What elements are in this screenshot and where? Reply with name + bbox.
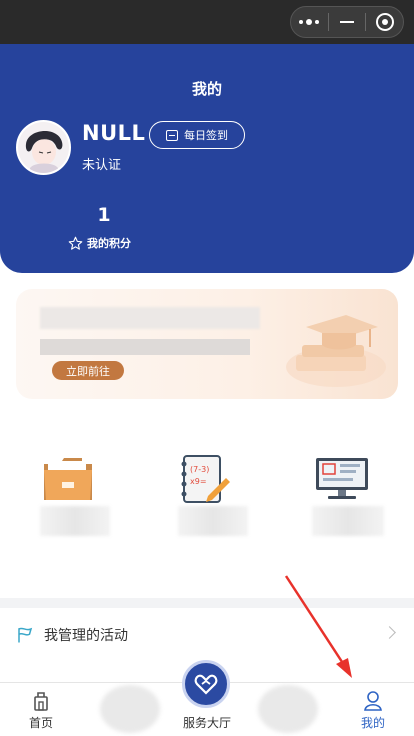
profile-header: 我的 NULL 未认证 每日签到 1 我的积分	[0, 44, 414, 273]
grid-item-blurred-label	[178, 506, 248, 536]
close-button[interactable]	[366, 7, 403, 37]
mini-program-capsule	[290, 6, 404, 38]
home-icon	[34, 692, 48, 711]
page-title: 我的	[191, 80, 222, 98]
tab-mine-label: 我的	[360, 716, 385, 730]
auth-status[interactable]: 未认证	[82, 154, 121, 173]
graduation-cap-illustration	[286, 315, 386, 387]
tab-service-label: 服务大厅	[182, 716, 231, 730]
top-bar	[0, 0, 414, 44]
daily-signin-label: 每日签到	[184, 129, 228, 142]
points-link[interactable]: 我的积分	[68, 235, 131, 251]
points-value[interactable]: 1	[86, 204, 122, 226]
svg-text:(7-3): (7-3)	[190, 465, 209, 474]
heart-icon	[194, 674, 218, 695]
managed-activities-label: 我管理的活动	[44, 628, 128, 644]
username: NULL	[82, 121, 146, 145]
grid-item-blurred-label	[40, 506, 110, 536]
tab-home[interactable]: 首页	[0, 683, 82, 736]
tab-mine[interactable]: 我的	[332, 683, 414, 736]
svg-text:x9=: x9=	[190, 477, 207, 486]
more-dots-icon	[299, 19, 320, 25]
section-divider	[0, 598, 414, 608]
minimize-icon	[340, 21, 354, 23]
monitor-icon	[316, 458, 368, 499]
menu-item-managed-activities[interactable]: 我管理的活动	[0, 608, 414, 662]
points-label: 我的积分	[87, 237, 131, 250]
tab-home-label: 首页	[28, 716, 53, 730]
banner-blurred-text	[40, 307, 260, 329]
notebook-icon: (7-3) x9=	[181, 455, 230, 503]
go-now-button[interactable]: 立即前往	[52, 361, 124, 380]
close-target-icon	[375, 13, 394, 31]
tab-blurred-placeholder	[100, 685, 160, 733]
chevron-right-icon	[383, 626, 396, 639]
tab-blurred-placeholder	[258, 685, 318, 733]
avatar[interactable]	[16, 120, 71, 175]
folder-icon	[44, 458, 92, 500]
more-menu-button[interactable]	[291, 7, 328, 37]
calendar-icon	[166, 129, 178, 141]
minimize-button[interactable]	[329, 7, 366, 37]
star-icon	[68, 236, 83, 250]
service-hall-center-button[interactable]	[182, 660, 230, 708]
promo-banner[interactable]: 立即前往	[16, 289, 398, 399]
banner-blurred-subtext	[40, 339, 250, 355]
daily-signin-button[interactable]: 每日签到	[149, 121, 245, 149]
person-icon	[364, 691, 382, 711]
page: 我的 NULL 未认证 每日签到 1 我的积分 立即前往 (7-3) x9= 我…	[0, 0, 414, 736]
flag-icon	[18, 627, 33, 643]
grid-item-blurred-label	[312, 506, 384, 536]
